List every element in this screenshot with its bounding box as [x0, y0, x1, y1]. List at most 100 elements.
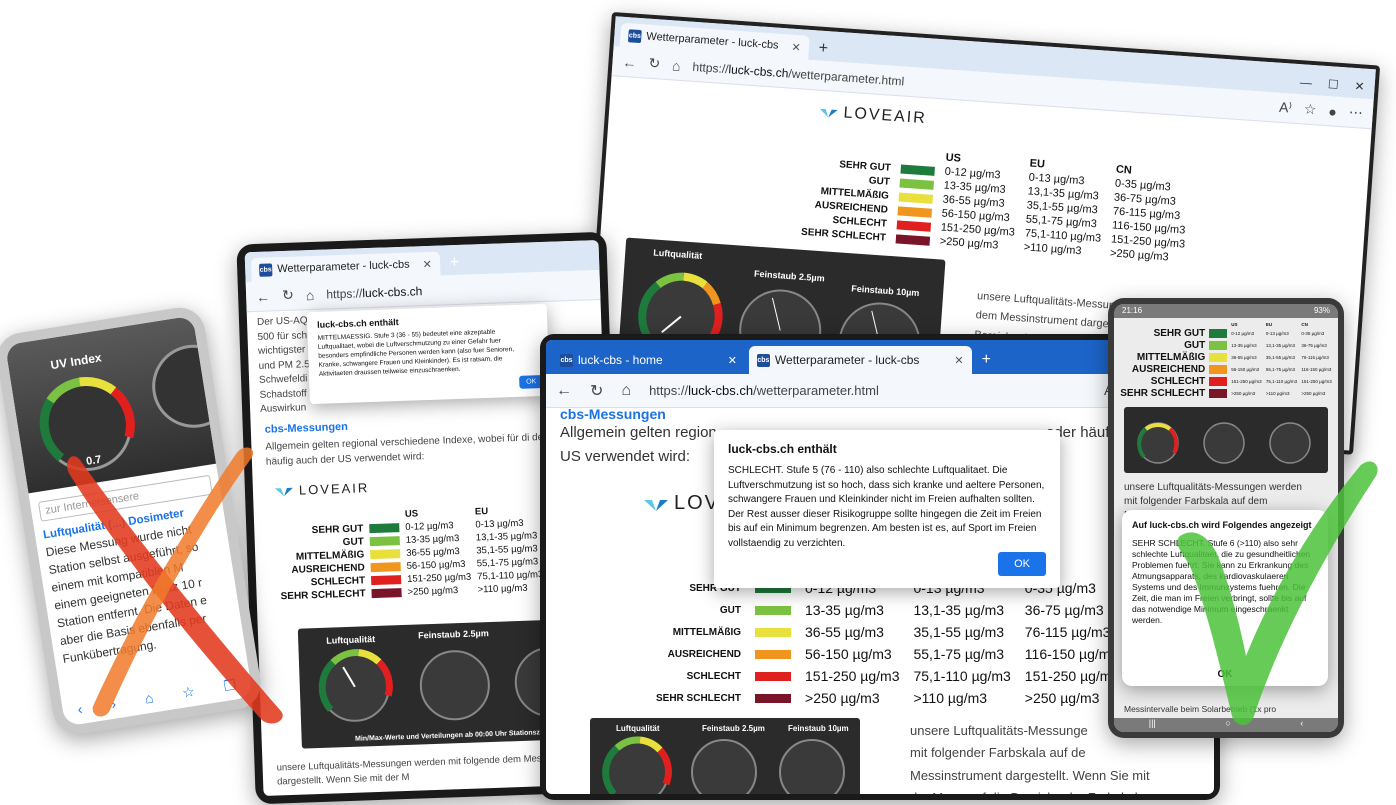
legend-value-eu: 13,1-35 µg/m3 [913, 602, 1005, 618]
legend-swatch[interactable] [897, 205, 933, 218]
legend-label: AUSREICHEND [667, 648, 742, 660]
cbs-favicon: cbs [259, 262, 273, 277]
close-tab-icon[interactable]: ✕ [728, 354, 737, 367]
legend-label: MITTELMÄßIG [1136, 352, 1206, 363]
loveair-logo: LOVEAIR [819, 103, 927, 128]
legend-swatch[interactable] [755, 649, 792, 659]
dialog-ok-button[interactable]: OK [998, 552, 1046, 576]
menu-icon[interactable]: ⋯ [1348, 104, 1363, 122]
text-line: wichtigster [257, 344, 306, 357]
legend-value-cn: 151-250 µg/m3 [1301, 379, 1332, 384]
legend-header: US [1231, 322, 1238, 327]
front-intro-1: Allgemein gelten region [560, 424, 717, 441]
reload-icon[interactable]: ↻ [648, 55, 661, 73]
close-tab-icon[interactable]: ✕ [791, 40, 801, 54]
text-line: Der US-AQ [256, 315, 308, 328]
favorites-icon[interactable]: ☆ [1303, 101, 1317, 119]
legend-label: AUSREICHEND [1131, 364, 1206, 375]
legend-swatch[interactable] [370, 549, 401, 560]
legend-swatch[interactable] [371, 588, 402, 599]
status-battery: 93% [1313, 306, 1330, 315]
text-line: Auswirkun [259, 402, 307, 415]
legend-label: GUT [1184, 340, 1206, 351]
legend-value-cn: 36-75 µg/m3 [1024, 602, 1104, 618]
tab-title: Wetterparameter - luck-cbs [774, 353, 920, 367]
legend-swatch[interactable] [895, 233, 931, 246]
profile-icon[interactable]: ● [1328, 103, 1338, 120]
legend-value-eu: >110 µg/m3 [1265, 391, 1290, 396]
url-host: luck-cbs.ch [362, 283, 423, 300]
url-host: luck-cbs.ch [688, 383, 754, 398]
legend-label: SCHLECHT [686, 670, 742, 682]
legend-swatch[interactable] [369, 523, 400, 534]
reload-icon[interactable]: ↻ [590, 381, 603, 401]
loveair-mark-icon [819, 105, 838, 120]
legend-swatch[interactable] [755, 693, 792, 703]
legend-value-eu: 0-13 µg/m3 [1265, 331, 1289, 336]
legend-value-eu: >110 µg/m3 [913, 690, 988, 706]
legend-value-eu: 75,1-110 µg/m3 [1265, 379, 1298, 384]
legend-value-cn: >250 µg/m3 [1024, 690, 1100, 706]
status-bar: 21:16 93% [1114, 304, 1338, 318]
minimize-icon[interactable]: — [1299, 75, 1312, 90]
tab-home[interactable]: cbs luck-cbs - home ✕ [552, 346, 745, 374]
url-field[interactable]: https://luck-cbs.ch [326, 278, 590, 301]
legend-value-us: >250 µg/m3 [805, 690, 880, 706]
new-tab-button[interactable]: + [443, 251, 465, 276]
new-tab-button[interactable]: + [812, 36, 835, 61]
home-icon[interactable]: ⌂ [621, 382, 631, 400]
legend-value-cn: 76-115 µg/m3 [1301, 355, 1329, 360]
legend-swatch[interactable] [1209, 377, 1228, 386]
legend-value-us: >250 µg/m3 [939, 235, 999, 252]
legend-swatch[interactable] [755, 627, 792, 637]
legend-swatch[interactable] [1209, 365, 1228, 374]
legend-label: GUT [719, 604, 742, 616]
legend-swatch[interactable] [369, 536, 400, 547]
tab-home-title: luck-cbs - home [578, 353, 663, 367]
close-window-icon[interactable]: ✕ [1354, 79, 1365, 94]
legend-value-us: 151-250 µg/m3 [1231, 379, 1262, 384]
legend-value-eu: >110 µg/m3 [477, 582, 528, 596]
legend-value-cn: 76-115 µg/m3 [1024, 624, 1111, 640]
left-alert-dialog: luck-cbs.ch enthält MITTELMAESSIG. Stufe… [306, 303, 550, 405]
home-icon[interactable]: ⌂ [306, 286, 315, 302]
legend-swatch[interactable] [1209, 329, 1228, 338]
tab-wetterparameter[interactable]: cbs Wetterparameter - luck-cbs ✕ [748, 346, 972, 374]
front-alert-dialog: luck-cbs.ch enthält SCHLECHT. Stufe 5 (7… [714, 430, 1060, 588]
url-field[interactable]: https://luck-cbs.ch/wetterparameter.html [649, 383, 1086, 398]
legend-swatch[interactable] [898, 191, 934, 204]
close-tab-icon[interactable]: ✕ [954, 354, 963, 367]
new-tab-button[interactable]: + [976, 346, 997, 374]
legend-swatch[interactable] [896, 219, 932, 232]
home-icon[interactable]: ⌂ [672, 57, 682, 74]
front-gauges-svg [602, 736, 845, 794]
legend-value-us: 36-55 µg/m3 [805, 624, 884, 640]
left-side-text: Der US-AQ 500 für sch wichtigster und PM 2.… [257, 314, 312, 417]
cbs-favicon: cbs [627, 28, 642, 43]
back-icon[interactable]: ← [622, 53, 637, 70]
legend-value-eu: 0-13 µg/m3 [475, 517, 524, 531]
legend-swatch[interactable] [370, 562, 401, 573]
legend-swatch[interactable] [1209, 389, 1228, 398]
legend-swatch[interactable] [371, 575, 402, 586]
tab-title: Wetterparameter - luck-cbs [277, 258, 410, 276]
legend-swatch[interactable] [1209, 341, 1228, 350]
maximize-icon[interactable]: ☐ [1327, 77, 1339, 92]
read-aloud-icon[interactable]: A⁾ [1279, 99, 1293, 117]
back-icon[interactable]: ← [556, 382, 572, 400]
legend-label: MITTELMÄßIG [672, 626, 742, 638]
legend-swatch[interactable] [755, 605, 792, 615]
reload-icon[interactable]: ↻ [282, 287, 294, 304]
legend-swatch[interactable] [900, 164, 936, 176]
legend-value-us: 56-150 µg/m3 [406, 558, 466, 572]
legend-swatch[interactable] [1209, 353, 1228, 362]
legend-value-cn: 151-250 µg/m3 [1024, 668, 1120, 684]
legend-swatch[interactable] [899, 178, 935, 190]
back-legend: US EU CN SEHR GUT 0-12 µg/m3 0-13 µg/m3 0-35 µ… [801, 142, 1191, 265]
tab-title: Wetterparameter - luck-cbs [645, 30, 779, 52]
legend-value-eu: 35,1-55 µg/m3 [476, 543, 538, 557]
close-tab-icon[interactable]: ✕ [422, 257, 432, 270]
back-icon[interactable]: ← [256, 288, 271, 304]
legend-swatch[interactable] [755, 671, 792, 681]
text-line: Schwefeldi [258, 373, 308, 386]
